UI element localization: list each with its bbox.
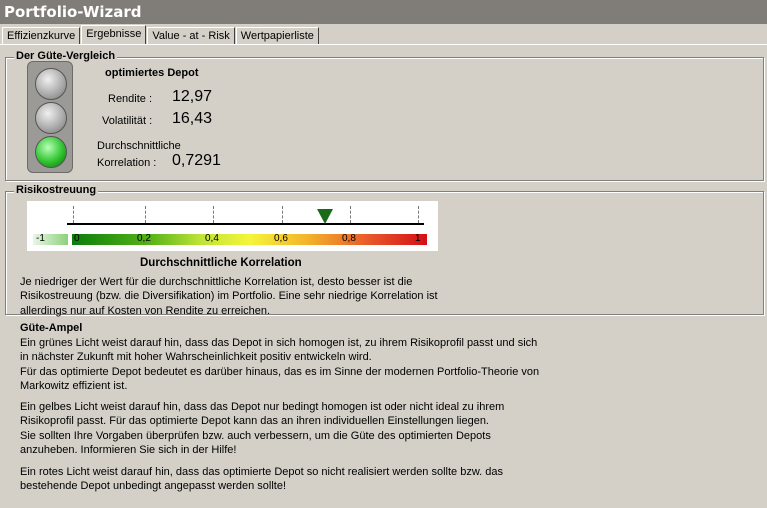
volatilitaet-label: Volatilität : [102,115,153,127]
correlation-scale: -1 0 0,2 0,4 0,6 0,8 1 [27,201,438,251]
korrelation-label-line1: Durchschnittliche [97,140,181,152]
ampel-text-line: Für das optimierte Depot bedeutet es dar… [20,365,540,378]
risiko-description: Je niedriger der Wert für die durchschni… [20,275,438,318]
scale-label-0-4: 0,4 [205,233,219,244]
scale-label-minus1: -1 [36,233,45,244]
korrelation-label-line2: Korrelation : [97,157,157,169]
ampel-text-line: bestehende Depot unbedingt angepasst wer… [20,480,287,493]
scale-axis-line [67,223,424,225]
scale-gridline [145,206,146,223]
depot-label: optimiertes Depot [105,67,199,79]
scale-label-0-6: 0,6 [274,233,288,244]
ampel-text-line: Ein gelbes Licht weist darauf hin, dass … [20,401,505,413]
correlation-marker-icon [316,209,333,224]
volatilitaet-value: 16,43 [172,110,213,127]
scale-label-0: 0 [74,233,80,244]
risiko-description-line: Risikostreuung (bzw. die Diversifikation… [20,290,438,303]
tab-panel-border [0,44,767,45]
scale-label-0-2: 0,2 [137,233,151,244]
risiko-description-line: allerdings nur auf Kosten von Rendite zu… [20,304,271,317]
korrelation-value: 0,7291 [172,152,221,169]
ampel-text-line: Ein grünes Licht weist darauf hin, dass … [20,337,538,349]
tab-wertpapierliste[interactable]: Wertpapierliste [235,27,319,44]
traffic-light-icon [27,61,73,173]
tab-effizienzkurve[interactable]: Effizienzkurve [2,27,81,44]
scale-label-0-8: 0,8 [342,233,356,244]
scale-gradient-bar [72,234,427,245]
scale-gridline [73,206,74,223]
ampel-text-line: Risikoprofil passt. Für das optimierte D… [20,415,489,428]
ampel-text-line: anzuheben. Informieren Sie sich in der H… [20,443,237,456]
ampel-text-line: in nächster Zukunft mit hoher Wahrschein… [20,351,372,364]
group-title-risiko: Risikostreuung [14,184,99,196]
ampel-text-line: Markowitz effizient ist. [20,379,128,392]
traffic-light-green-lamp [35,136,67,168]
ampel-text-line: Sie sollten Ihre Vorgaben überprüfen bzw… [20,429,491,442]
ampel-green-text: Ein grünes Licht weist darauf hin, dass … [20,336,539,393]
scale-gridline [282,206,283,223]
scale-label-1: 1 [415,233,421,244]
ampel-red-text: Ein rotes Licht weist darauf hin, dass d… [20,465,503,494]
scale-gridline [213,206,214,223]
window-title: Portfolio-Wizard [0,0,767,24]
traffic-light-red-lamp [35,68,67,100]
ampel-title: Güte-Ampel [20,322,83,334]
rendite-value: 12,97 [172,88,213,105]
tab-bar: Effizienzkurve Ergebnisse Value - at - R… [2,25,320,45]
traffic-light-yellow-lamp [35,102,67,134]
scale-gridline [418,206,419,223]
ampel-yellow-text: Ein gelbes Licht weist darauf hin, dass … [20,400,504,457]
tab-ergebnisse[interactable]: Ergebnisse [81,25,147,44]
rendite-label: Rendite : [108,93,153,105]
scale-caption: Durchschnittliche Korrelation [140,257,302,269]
risiko-description-line: Je niedriger der Wert für die durchschni… [20,276,413,288]
scale-gridline [350,206,351,223]
tab-value-at-risk[interactable]: Value - at - Risk [147,27,235,44]
ampel-text-line: Ein rotes Licht weist darauf hin, dass d… [20,466,504,478]
